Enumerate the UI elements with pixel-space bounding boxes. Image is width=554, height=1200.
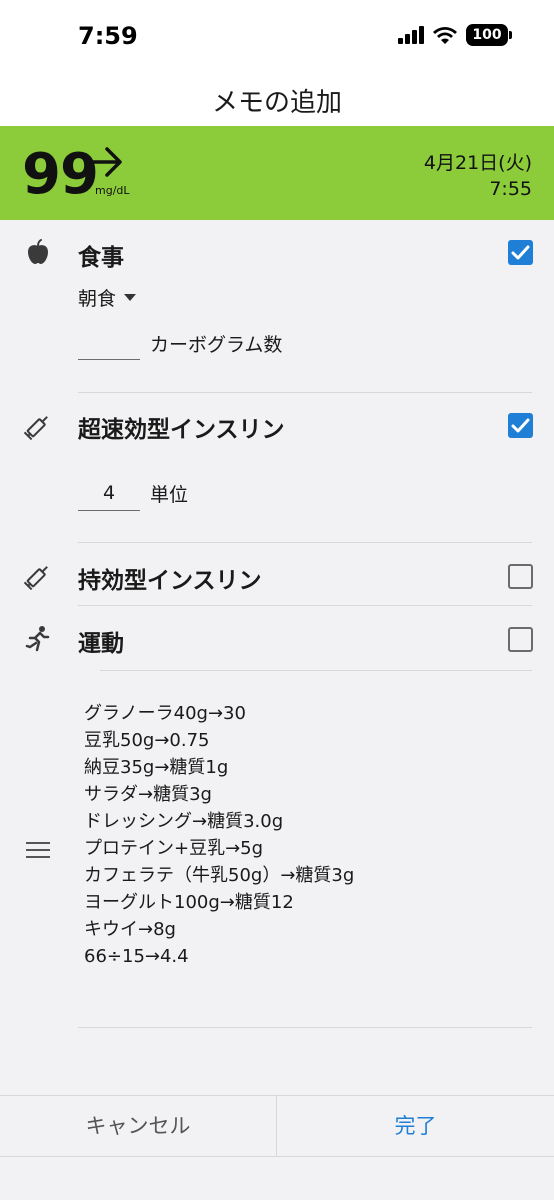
syringe-icon bbox=[24, 566, 48, 590]
meal-type-value: 朝食 bbox=[78, 288, 117, 310]
top-bar: 7:59 100 メモの追加 bbox=[0, 0, 554, 126]
note-line: プロテイン+豆乳→5g bbox=[84, 838, 264, 859]
note-line: 66÷15→4.4 bbox=[84, 946, 189, 967]
syringe-icon bbox=[24, 416, 48, 440]
status-icons: 100 bbox=[398, 24, 512, 46]
note-line: サラダ→糖質3g bbox=[84, 784, 212, 805]
exercise-checkbox[interactable] bbox=[508, 627, 533, 652]
cancel-button[interactable]: キャンセル bbox=[0, 1096, 277, 1156]
running-person-icon bbox=[25, 626, 50, 652]
dropdown-caret-icon bbox=[124, 293, 137, 301]
note-line: ヨーグルト100g→糖質12 bbox=[84, 892, 294, 913]
note-line: 豆乳50g→0.75 bbox=[84, 730, 210, 751]
status-time: 7:59 bbox=[78, 22, 138, 50]
divider bbox=[78, 392, 532, 393]
units-label: 単位 bbox=[150, 484, 189, 506]
note-line: 納豆35g→糖質1g bbox=[84, 757, 229, 778]
action-bar: キャンセル 完了 bbox=[0, 1095, 554, 1157]
rapid-insulin-units-input[interactable]: 4 bbox=[78, 482, 140, 504]
units-input-underline bbox=[78, 510, 140, 511]
carbs-label: カーボグラム数 bbox=[150, 334, 283, 356]
notes-lines-icon bbox=[26, 842, 50, 863]
reading-date: 4月21日(火) bbox=[423, 152, 532, 174]
notes-textarea[interactable]: グラノーラ40g→30 豆乳50g→0.75 納豆35g→糖質1g サラダ→糖質… bbox=[84, 700, 354, 970]
glucose-banner: 99 mg/dL 4月21日(火) 7:55 bbox=[0, 126, 554, 220]
check-icon bbox=[511, 418, 530, 433]
glucose-unit: mg/dL bbox=[95, 184, 130, 197]
meal-label: 食事 bbox=[78, 245, 124, 271]
note-line: カフェラテ（牛乳50g）→糖質3g bbox=[84, 865, 355, 886]
note-line: グラノーラ40g→30 bbox=[84, 703, 246, 724]
rapid-insulin-checkbox[interactable] bbox=[508, 413, 533, 438]
meal-checkbox[interactable] bbox=[508, 240, 533, 265]
apple-icon bbox=[28, 239, 48, 264]
page-title: メモの追加 bbox=[211, 88, 342, 118]
divider bbox=[78, 542, 532, 543]
done-button[interactable]: 完了 bbox=[277, 1096, 554, 1156]
glucose-value: 99 bbox=[22, 142, 99, 207]
carbs-input-underline bbox=[78, 359, 140, 360]
battery-icon: 100 bbox=[466, 24, 512, 46]
wifi-icon bbox=[433, 27, 457, 44]
divider bbox=[100, 670, 532, 671]
reading-time: 7:55 bbox=[489, 178, 532, 200]
check-icon bbox=[511, 245, 530, 260]
note-line: ドレッシング→糖質3.0g bbox=[84, 811, 284, 832]
cellular-signal-icon bbox=[398, 26, 424, 44]
long-insulin-label: 持効型インスリン bbox=[78, 568, 262, 594]
divider bbox=[78, 1027, 532, 1028]
divider bbox=[78, 605, 532, 606]
meal-type-select[interactable]: 朝食 bbox=[78, 284, 137, 311]
long-insulin-checkbox[interactable] bbox=[508, 564, 533, 589]
trend-arrow-right-icon bbox=[89, 147, 122, 177]
rapid-insulin-label: 超速効型インスリン bbox=[78, 417, 285, 443]
note-line: キウイ→8g bbox=[84, 919, 176, 940]
exercise-label: 運動 bbox=[78, 631, 124, 657]
